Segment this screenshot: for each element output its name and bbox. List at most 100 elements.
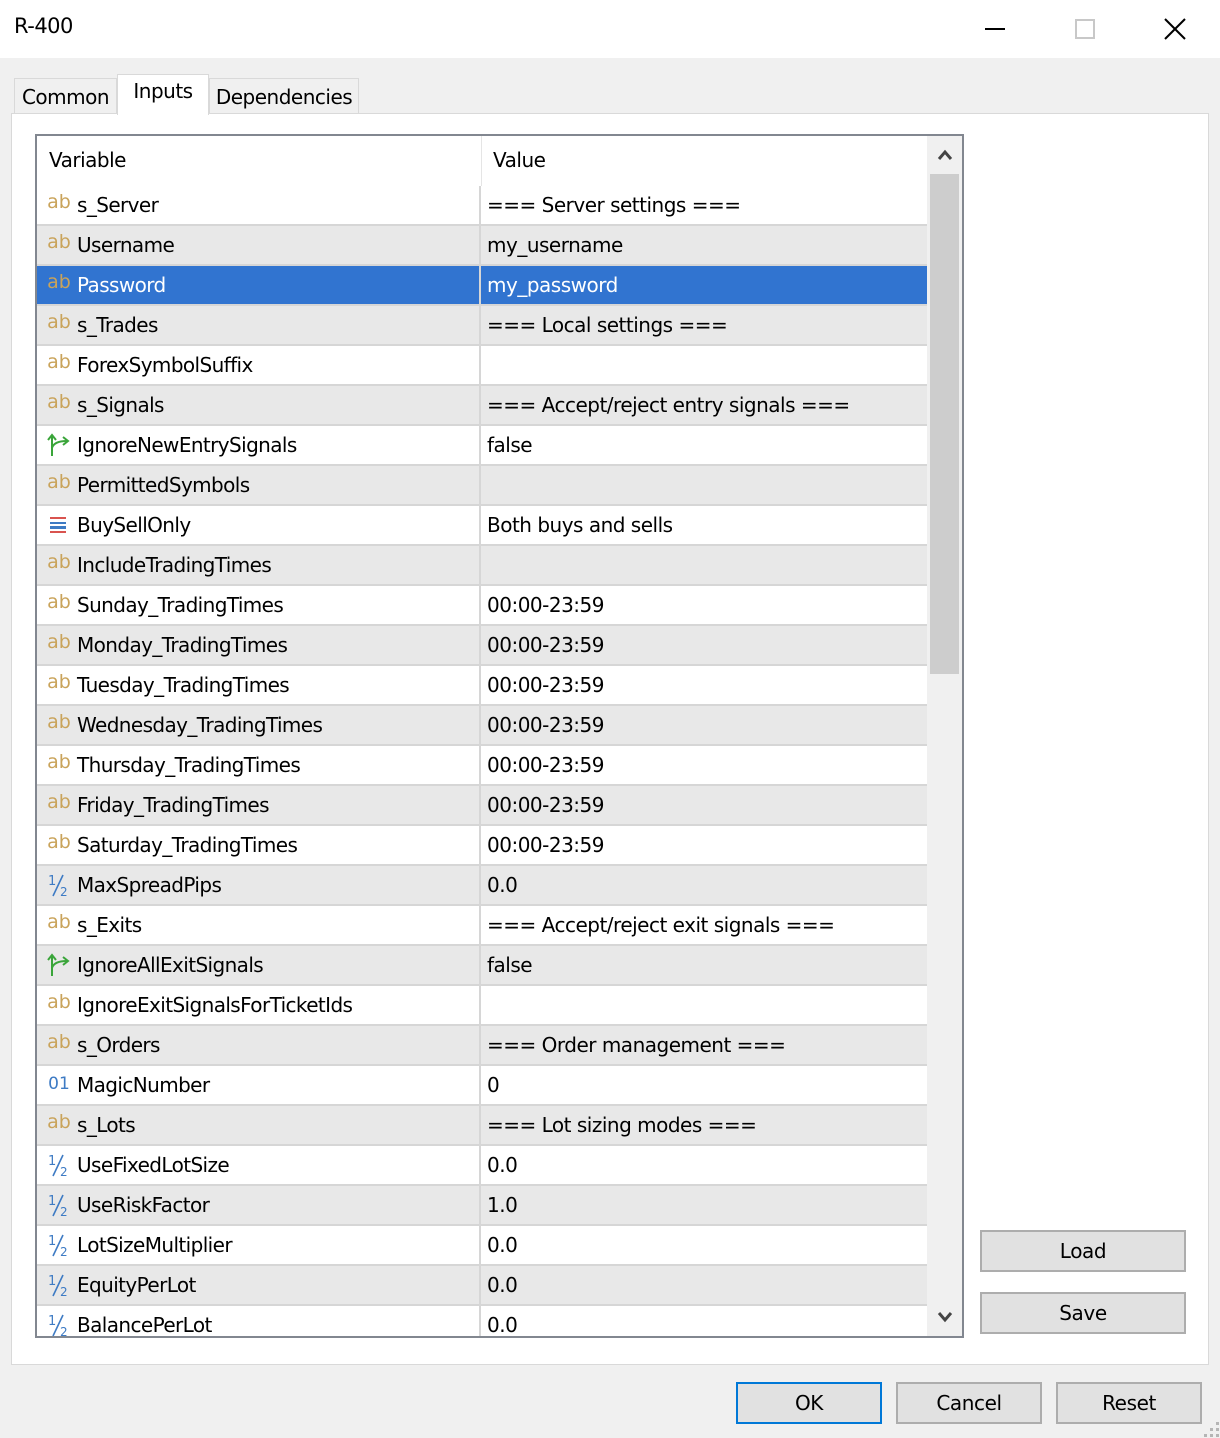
table-row[interactable]: ab IgnoreExitSignalsForTicketIds: [37, 986, 927, 1026]
value-cell[interactable]: [481, 546, 925, 584]
value-cell[interactable]: === Order management ===: [481, 1026, 925, 1064]
column-header-value[interactable]: Value: [493, 148, 546, 172]
scroll-up-button[interactable]: [927, 136, 962, 174]
variable-cell[interactable]: 1 2 UseFixedLotSize: [37, 1146, 481, 1184]
value-cell[interactable]: 00:00-23:59: [481, 626, 925, 664]
table-row[interactable]: ab Thursday_TradingTimes 00:00-23:59: [37, 746, 927, 786]
variable-cell[interactable]: ab IncludeTradingTimes: [37, 546, 481, 584]
value-cell[interactable]: 00:00-23:59: [481, 586, 925, 624]
value-cell[interactable]: 00:00-23:59: [481, 786, 925, 824]
value-cell[interactable]: 00:00-23:59: [481, 746, 925, 784]
value-cell[interactable]: 0.0: [481, 1146, 925, 1184]
value-cell[interactable]: === Accept/reject entry signals ===: [481, 386, 925, 424]
variable-cell[interactable]: ab s_Signals: [37, 386, 481, 424]
value-cell[interactable]: 0.0: [481, 1306, 925, 1336]
tab-common[interactable]: Common: [14, 78, 117, 114]
value-cell[interactable]: 0.0: [481, 1266, 925, 1304]
vertical-scrollbar[interactable]: [927, 136, 962, 1336]
variable-cell[interactable]: ab Tuesday_TradingTimes: [37, 666, 481, 704]
variable-cell[interactable]: IgnoreNewEntrySignals: [37, 426, 481, 464]
table-row[interactable]: ab Sunday_TradingTimes 00:00-23:59: [37, 586, 927, 626]
table-row[interactable]: ab s_Lots === Lot sizing modes ===: [37, 1106, 927, 1146]
close-button[interactable]: [1130, 0, 1220, 58]
resize-grip-icon[interactable]: [1202, 1420, 1220, 1438]
variable-cell[interactable]: ab Friday_TradingTimes: [37, 786, 481, 824]
value-cell[interactable]: 0.0: [481, 866, 925, 904]
table-row[interactable]: ab Wednesday_TradingTimes 00:00-23:59: [37, 706, 927, 746]
scrollbar-thumb[interactable]: [930, 174, 959, 674]
table-row[interactable]: ab s_Orders === Order management ===: [37, 1026, 927, 1066]
value-cell[interactable]: [481, 986, 925, 1024]
table-row[interactable]: 1 2 UseRiskFactor 1.0: [37, 1186, 927, 1226]
column-header-variable[interactable]: Variable: [49, 148, 126, 172]
table-row[interactable]: ab Saturday_TradingTimes 00:00-23:59: [37, 826, 927, 866]
variable-cell[interactable]: ab s_Exits: [37, 906, 481, 944]
value-cell[interactable]: === Local settings ===: [481, 306, 925, 344]
table-row[interactable]: ab PermittedSymbols: [37, 466, 927, 506]
reset-button[interactable]: Reset: [1056, 1382, 1202, 1424]
variable-cell[interactable]: ab Saturday_TradingTimes: [37, 826, 481, 864]
variable-cell[interactable]: BuySellOnly: [37, 506, 481, 544]
save-button[interactable]: Save: [980, 1292, 1186, 1334]
value-cell[interactable]: my_password: [481, 266, 925, 304]
variable-cell[interactable]: ab IgnoreExitSignalsForTicketIds: [37, 986, 481, 1024]
value-cell[interactable]: === Lot sizing modes ===: [481, 1106, 925, 1144]
tab-inputs[interactable]: Inputs: [117, 74, 209, 115]
table-row[interactable]: 1 2 BalancePerLot 0.0: [37, 1306, 927, 1336]
table-row[interactable]: ab s_Exits === Accept/reject exit signals …: [37, 906, 927, 946]
value-cell[interactable]: 0.0: [481, 1226, 925, 1264]
variable-cell[interactable]: 1 2 LotSizeMultiplier: [37, 1226, 481, 1264]
table-row[interactable]: 1 2 LotSizeMultiplier 0.0: [37, 1226, 927, 1266]
maximize-button[interactable]: [1040, 0, 1130, 58]
variable-cell[interactable]: ab ForexSymbolSuffix: [37, 346, 481, 384]
table-row[interactable]: ab s_Server === Server settings ===: [37, 186, 927, 226]
minimize-button[interactable]: [950, 0, 1040, 58]
value-cell[interactable]: 00:00-23:59: [481, 666, 925, 704]
variable-cell[interactable]: 1 2 EquityPerLot: [37, 1266, 481, 1304]
value-cell[interactable]: Both buys and sells: [481, 506, 925, 544]
table-row[interactable]: ab ForexSymbolSuffix: [37, 346, 927, 386]
value-cell[interactable]: [481, 466, 925, 504]
variable-cell[interactable]: IgnoreAllExitSignals: [37, 946, 481, 984]
value-cell[interactable]: 1.0: [481, 1186, 925, 1224]
value-cell[interactable]: 00:00-23:59: [481, 826, 925, 864]
table-row[interactable]: ab Username my_username: [37, 226, 927, 266]
value-cell[interactable]: === Accept/reject exit signals ===: [481, 906, 925, 944]
table-row[interactable]: ab Monday_TradingTimes 00:00-23:59: [37, 626, 927, 666]
cancel-button[interactable]: Cancel: [896, 1382, 1042, 1424]
variable-cell[interactable]: ab s_Trades: [37, 306, 481, 344]
load-button[interactable]: Load: [980, 1230, 1186, 1272]
table-row[interactable]: ab Password my_password: [37, 266, 927, 306]
table-row[interactable]: 1 2 MaxSpreadPips 0.0: [37, 866, 927, 906]
table-row[interactable]: 1 2 UseFixedLotSize 0.0: [37, 1146, 927, 1186]
table-row[interactable]: 1 2 EquityPerLot 0.0: [37, 1266, 927, 1306]
variable-cell[interactable]: 1 2 UseRiskFactor: [37, 1186, 481, 1224]
variable-cell[interactable]: ab Password: [37, 266, 481, 304]
variable-cell[interactable]: ab s_Orders: [37, 1026, 481, 1064]
scroll-down-button[interactable]: [927, 1298, 962, 1336]
variable-cell[interactable]: 1 2 BalancePerLot: [37, 1306, 481, 1336]
variable-cell[interactable]: ab s_Server: [37, 186, 481, 224]
variable-cell[interactable]: ab Monday_TradingTimes: [37, 626, 481, 664]
variable-cell[interactable]: 1 2 MaxSpreadPips: [37, 866, 481, 904]
value-cell[interactable]: false: [481, 946, 925, 984]
variable-cell[interactable]: ab Thursday_TradingTimes: [37, 746, 481, 784]
variable-cell[interactable]: ab s_Lots: [37, 1106, 481, 1144]
variable-cell[interactable]: 01 MagicNumber: [37, 1066, 481, 1104]
value-cell[interactable]: my_username: [481, 226, 925, 264]
table-row[interactable]: ab Tuesday_TradingTimes 00:00-23:59: [37, 666, 927, 706]
table-row[interactable]: ab s_Signals === Accept/reject entry signa…: [37, 386, 927, 426]
value-cell[interactable]: [481, 346, 925, 384]
value-cell[interactable]: 00:00-23:59: [481, 706, 925, 744]
table-row[interactable]: IgnoreAllExitSignals false: [37, 946, 927, 986]
column-separator[interactable]: [481, 136, 482, 186]
value-cell[interactable]: === Server settings ===: [481, 186, 925, 224]
value-cell[interactable]: 0: [481, 1066, 925, 1104]
variable-cell[interactable]: ab Username: [37, 226, 481, 264]
table-row[interactable]: ab IncludeTradingTimes: [37, 546, 927, 586]
table-row[interactable]: ab Friday_TradingTimes 00:00-23:59: [37, 786, 927, 826]
table-row[interactable]: BuySellOnly Both buys and sells: [37, 506, 927, 546]
ok-button[interactable]: OK: [736, 1382, 882, 1424]
value-cell[interactable]: false: [481, 426, 925, 464]
variable-cell[interactable]: ab PermittedSymbols: [37, 466, 481, 504]
